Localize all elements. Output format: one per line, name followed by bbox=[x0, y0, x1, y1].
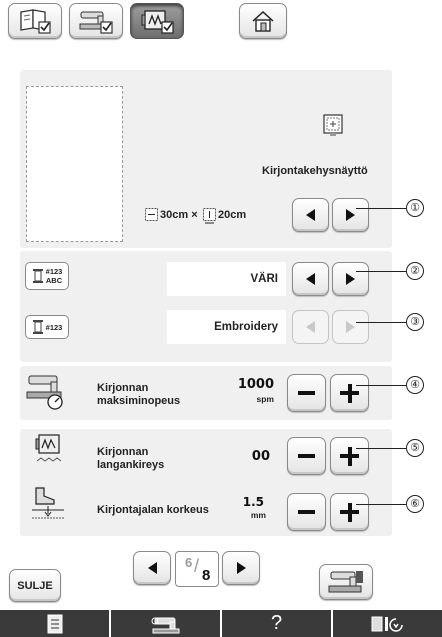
thread-abc-text: ABC bbox=[45, 276, 63, 285]
machine-guide-icon bbox=[151, 617, 179, 633]
sewing-machine-icon bbox=[328, 571, 363, 593]
thread-color-value: VÄRI bbox=[167, 262, 286, 296]
thread-number-next-button[interactable] bbox=[332, 310, 369, 344]
thread-number-text: #123 bbox=[45, 322, 63, 332]
max-speed-unit: spm bbox=[256, 394, 274, 404]
foot-height-label: Kirjontajalan korkeus bbox=[97, 504, 209, 516]
frame-height-value: 20cm bbox=[218, 209, 247, 221]
frame-display-prev-button[interactable] bbox=[292, 198, 329, 232]
embroidery-frame-icon bbox=[323, 114, 343, 136]
close-button[interactable]: SULJE bbox=[9, 569, 61, 602]
bottom-tab-bar: ? bbox=[0, 610, 442, 637]
page-total: 8 bbox=[202, 567, 211, 584]
callout-4: ④ bbox=[406, 376, 424, 394]
embroidery-tension-icon bbox=[35, 434, 62, 462]
foot-height-decrease-button[interactable] bbox=[287, 493, 326, 531]
frame-display-label: Kirjontakehysnäyttö bbox=[262, 165, 368, 177]
home-icon bbox=[252, 10, 274, 32]
max-speed-label-line1: Kirjonnan bbox=[97, 382, 149, 394]
book-settings-icon bbox=[20, 9, 51, 34]
general-settings-tab[interactable] bbox=[8, 3, 62, 39]
callout-2-line bbox=[356, 271, 406, 272]
settings-tab[interactable] bbox=[333, 610, 442, 637]
plus-icon bbox=[340, 446, 359, 466]
callout-1: ① bbox=[406, 199, 424, 217]
spool-icon bbox=[32, 320, 43, 334]
callout-5-line bbox=[356, 448, 406, 449]
tension-value: 00 bbox=[251, 449, 270, 464]
callout-1-line bbox=[356, 208, 406, 209]
max-speed-value: 1000 bbox=[237, 377, 274, 392]
sewing-mode-button[interactable] bbox=[319, 564, 373, 600]
tension-label-line1: Kirjonnan bbox=[97, 446, 149, 458]
minus-icon bbox=[298, 391, 315, 395]
left-arrow-icon bbox=[306, 321, 315, 333]
thread-number-prev-button[interactable] bbox=[292, 310, 329, 344]
callout-4-line bbox=[356, 385, 406, 386]
foot-height-value: 1.5 bbox=[242, 495, 264, 509]
frame-preview bbox=[26, 86, 123, 242]
document-icon bbox=[47, 614, 62, 633]
left-arrow-icon bbox=[306, 273, 315, 285]
frame-display-next-button[interactable] bbox=[332, 198, 369, 232]
left-arrow-icon bbox=[147, 562, 157, 574]
right-arrow-icon bbox=[236, 562, 246, 574]
left-arrow-icon bbox=[306, 209, 315, 221]
page-prev-button[interactable] bbox=[133, 551, 171, 585]
settings-icon bbox=[371, 616, 403, 632]
page-next-button[interactable] bbox=[222, 551, 260, 585]
max-speed-decrease-button[interactable] bbox=[287, 374, 326, 412]
foot-height-unit: mm bbox=[250, 510, 266, 520]
max-speed-label-line2: maksiminopeus bbox=[97, 395, 181, 407]
page-slash: / bbox=[194, 556, 200, 576]
minus-icon bbox=[298, 454, 315, 458]
sewing-settings-tab[interactable] bbox=[69, 3, 123, 39]
callout-2: ② bbox=[406, 262, 424, 280]
presser-foot-height-icon bbox=[32, 487, 64, 519]
thread-number-value: Embroidery bbox=[167, 310, 286, 344]
thread-number-icon-badge: #123 bbox=[25, 315, 69, 339]
help-icon: ? bbox=[270, 612, 283, 634]
callout-5: ⑤ bbox=[406, 439, 424, 457]
thread-color-icon-badge: #123 ABC bbox=[25, 262, 69, 290]
close-button-label: SULJE bbox=[17, 579, 53, 592]
embroidery-frame-settings-icon bbox=[141, 10, 174, 34]
tension-label-line2: langankireys bbox=[97, 459, 165, 471]
plus-icon bbox=[340, 502, 359, 522]
frame-width-icon bbox=[145, 208, 158, 221]
minus-icon bbox=[298, 510, 315, 514]
callout-6-line bbox=[356, 504, 406, 505]
home-button[interactable] bbox=[239, 3, 287, 39]
tension-increase-button[interactable] bbox=[330, 437, 369, 475]
thread-color-prev-button[interactable] bbox=[292, 262, 329, 296]
machine-speed-icon bbox=[26, 375, 63, 410]
tension-decrease-button[interactable] bbox=[287, 437, 326, 475]
spool-icon bbox=[32, 269, 43, 283]
plus-icon bbox=[340, 383, 359, 403]
thread-color-next-button[interactable] bbox=[332, 262, 369, 296]
callout-3-line bbox=[356, 322, 406, 323]
help-tab[interactable]: ? bbox=[222, 610, 331, 637]
callout-6: ⑥ bbox=[406, 495, 424, 513]
thread-number-text: #123 bbox=[45, 267, 63, 276]
right-arrow-icon bbox=[346, 273, 355, 285]
embroidery-settings-tab[interactable] bbox=[130, 3, 184, 39]
max-speed-increase-button[interactable] bbox=[330, 374, 369, 412]
sewing-guide-tab[interactable] bbox=[111, 610, 220, 637]
right-arrow-icon bbox=[346, 209, 355, 221]
frame-width-value: 30cm × bbox=[160, 209, 198, 221]
foot-height-increase-button[interactable] bbox=[330, 493, 369, 531]
frame-height-icon bbox=[203, 208, 216, 224]
sewing-machine-settings-icon bbox=[79, 11, 113, 34]
page-indicator: 6 / 8 bbox=[175, 551, 219, 587]
callout-3: ③ bbox=[406, 313, 424, 331]
manual-tab[interactable] bbox=[0, 610, 109, 637]
page-current: 6 bbox=[185, 555, 193, 570]
right-arrow-icon bbox=[346, 321, 355, 333]
